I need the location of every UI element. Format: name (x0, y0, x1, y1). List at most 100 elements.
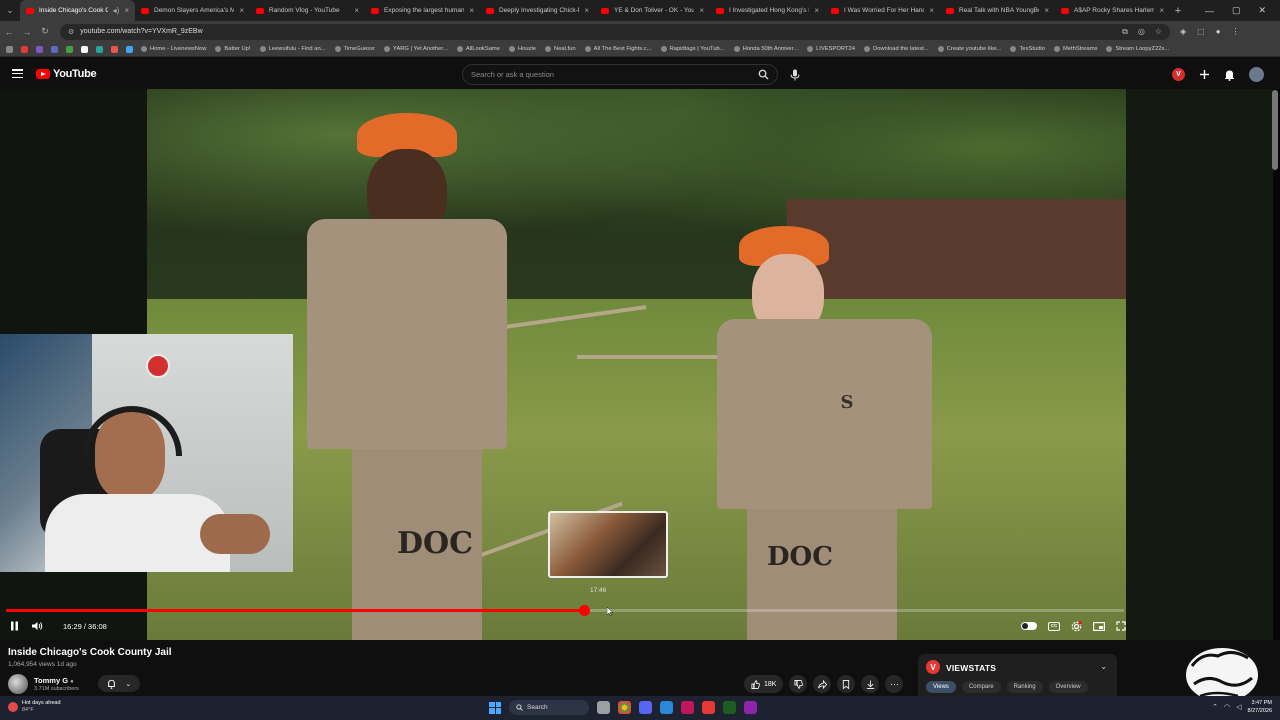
bookmark-item[interactable]: Leewuifulu - Find an... (259, 46, 326, 52)
url-field[interactable]: ⚙ youtube.com/watch?v=YVXmR_9zEBw ⧉ ◎ ☆ (60, 23, 1170, 40)
viewstats-tab-ranking[interactable]: Ranking (1006, 681, 1043, 693)
file-explorer-icon[interactable] (660, 701, 673, 714)
app-icon[interactable] (744, 701, 757, 714)
notifications-bell-icon[interactable] (1224, 69, 1235, 81)
account-avatar[interactable] (1249, 67, 1264, 82)
discord-icon[interactable] (639, 701, 652, 714)
taskbar-clock[interactable]: 3:47 PM 8/27/2026 (1248, 699, 1272, 715)
bookmark-item[interactable]: Create youtube like... (937, 46, 1001, 52)
close-tab-icon[interactable]: × (239, 6, 244, 15)
search-input[interactable]: Search or ask a question (462, 64, 778, 85)
app-icon[interactable] (723, 701, 736, 714)
bookmark-item[interactable]: TimeGuessr (334, 46, 375, 52)
close-tab-icon[interactable]: × (124, 6, 129, 15)
browser-tab[interactable]: Inside Chicago's Cook Co ◂) × (20, 0, 135, 21)
bookmark-star-icon[interactable]: ☆ (1155, 27, 1162, 37)
progress-bar[interactable] (6, 605, 1124, 616)
fullscreen-icon[interactable] (1116, 621, 1126, 631)
app-icon[interactable] (681, 701, 694, 714)
viewstats-tab-views[interactable]: Views (926, 681, 956, 693)
taskbar-search[interactable]: Search (509, 700, 589, 715)
close-tab-icon[interactable]: × (699, 6, 704, 15)
share-button[interactable] (813, 675, 832, 693)
bookmark-item[interactable]: Rapidtags | YouTub... (660, 46, 725, 52)
minimize-icon[interactable]: — (1205, 6, 1214, 16)
maximize-icon[interactable]: ▢ (1232, 5, 1241, 16)
close-tab-icon[interactable]: × (469, 6, 474, 15)
reload-icon[interactable]: ↻ (36, 26, 54, 37)
bookmark-item[interactable]: Stream LoopyZ22s... (1106, 46, 1169, 52)
new-tab-button[interactable]: + (1170, 0, 1186, 21)
app-icon[interactable] (702, 701, 715, 714)
bookmark-item[interactable]: MethStreams (1053, 46, 1097, 52)
browser-tab[interactable]: Deeply Investigating Chick-Fi × (480, 0, 595, 21)
video-player[interactable]: DOC S DOC 17:46 16:29 / 36:08 CC (0, 89, 1280, 640)
tab-search-menu-icon[interactable]: ⌄ (0, 0, 20, 21)
bookmark-item[interactable]: TexStudio (1010, 46, 1045, 52)
extension-icon[interactable]: ◈ (1180, 27, 1186, 36)
close-window-icon[interactable]: ✕ (1258, 5, 1266, 16)
close-tab-icon[interactable]: × (584, 6, 589, 15)
bookmark-item[interactable]: Houzle (508, 46, 536, 52)
bookmark-app-icon[interactable] (51, 45, 58, 53)
browser-tab[interactable]: A$AP Rocky Shares Harlem St × (1055, 0, 1170, 21)
more-actions-button[interactable]: ⋯ (885, 675, 904, 693)
bookmark-app-icon[interactable] (96, 45, 103, 53)
menu-icon[interactable] (12, 69, 23, 78)
close-tab-icon[interactable]: × (354, 6, 359, 15)
windows-start-icon[interactable] (489, 701, 501, 714)
browser-tab[interactable]: Demon Slayers America's Mo × (135, 0, 250, 21)
chevron-down-icon[interactable]: ⌄ (1100, 662, 1107, 671)
apps-grid-icon[interactable] (6, 45, 13, 53)
site-info-icon[interactable]: ⚙ (68, 28, 74, 36)
dislike-button[interactable] (789, 675, 808, 693)
download-button[interactable] (861, 675, 880, 693)
bookmark-item[interactable]: All The Best Fights.c... (584, 46, 652, 52)
close-tab-icon[interactable]: × (814, 6, 819, 15)
bookmark-app-icon[interactable] (111, 45, 118, 53)
bookmark-item[interactable]: Neal.fun (545, 46, 576, 52)
youtube-logo[interactable]: YouTube (36, 68, 97, 80)
bookmark-item[interactable]: YARG | Yet Another... (383, 46, 448, 52)
speaker-icon[interactable]: ◂) (113, 6, 120, 15)
subscribed-notification-button[interactable]: ⌄ (98, 675, 140, 692)
wifi-icon[interactable]: ◠ (1224, 703, 1230, 711)
bookmark-app-icon[interactable] (126, 45, 133, 53)
task-view-icon[interactable] (597, 701, 610, 714)
bookmark-app-icon[interactable] (81, 45, 88, 53)
bookmark-item[interactable]: LIVESPORT24 (807, 46, 855, 52)
search-icon[interactable] (758, 69, 769, 80)
bookmark-app-icon[interactable] (21, 45, 28, 53)
weather-widget[interactable]: Hot days ahead 84°F (8, 700, 61, 714)
viewstats-tab-compare[interactable]: Compare (961, 681, 1001, 693)
browser-tab[interactable]: Real Talk with NBA YoungBoy × (940, 0, 1055, 21)
tray-chevron-up-icon[interactable]: ⌃ (1212, 703, 1218, 711)
profile-icon[interactable]: ● (1216, 27, 1221, 36)
browser-tab[interactable]: Exposing the largest human t × (365, 0, 480, 21)
bookmark-app-icon[interactable] (36, 45, 43, 53)
extensions-puzzle-icon[interactable]: ⬚ (1197, 27, 1205, 36)
progress-scrubber-handle[interactable] (578, 605, 590, 616)
chrome-icon[interactable] (618, 701, 631, 714)
close-tab-icon[interactable]: × (929, 6, 934, 15)
channel-avatar[interactable] (8, 674, 28, 694)
viewstats-tab-overview[interactable]: Overview (1048, 681, 1088, 693)
back-icon[interactable]: ← (0, 27, 18, 37)
forward-icon[interactable]: → (18, 27, 36, 37)
subtitles-icon[interactable]: CC (1048, 621, 1060, 631)
channel-name[interactable]: Tommy G ● (34, 676, 74, 685)
bookmark-item[interactable]: Honda 50th Anniver... (733, 46, 798, 52)
save-button[interactable] (837, 675, 856, 693)
browser-tab[interactable]: YE & Don Toliver - OK - YouTu × (595, 0, 710, 21)
speaker-icon[interactable]: ◁ (1236, 703, 1241, 711)
theater-mode-icon[interactable] (1093, 621, 1105, 631)
volume-icon[interactable] (31, 621, 43, 631)
translate-icon[interactable]: ⧉ (1122, 27, 1128, 37)
browser-tab[interactable]: Random Vlog - YouTube × (250, 0, 365, 21)
browser-menu-icon[interactable]: ⋮ (1232, 27, 1240, 36)
hide-icon[interactable]: ◎ (1138, 27, 1145, 37)
voice-search-icon[interactable] (785, 65, 805, 85)
browser-tab[interactable]: I Was Worried For Her Hand × (825, 0, 940, 21)
browser-tab[interactable]: I Investigated Hong Kong's La × (710, 0, 825, 21)
pause-icon[interactable] (10, 621, 19, 631)
